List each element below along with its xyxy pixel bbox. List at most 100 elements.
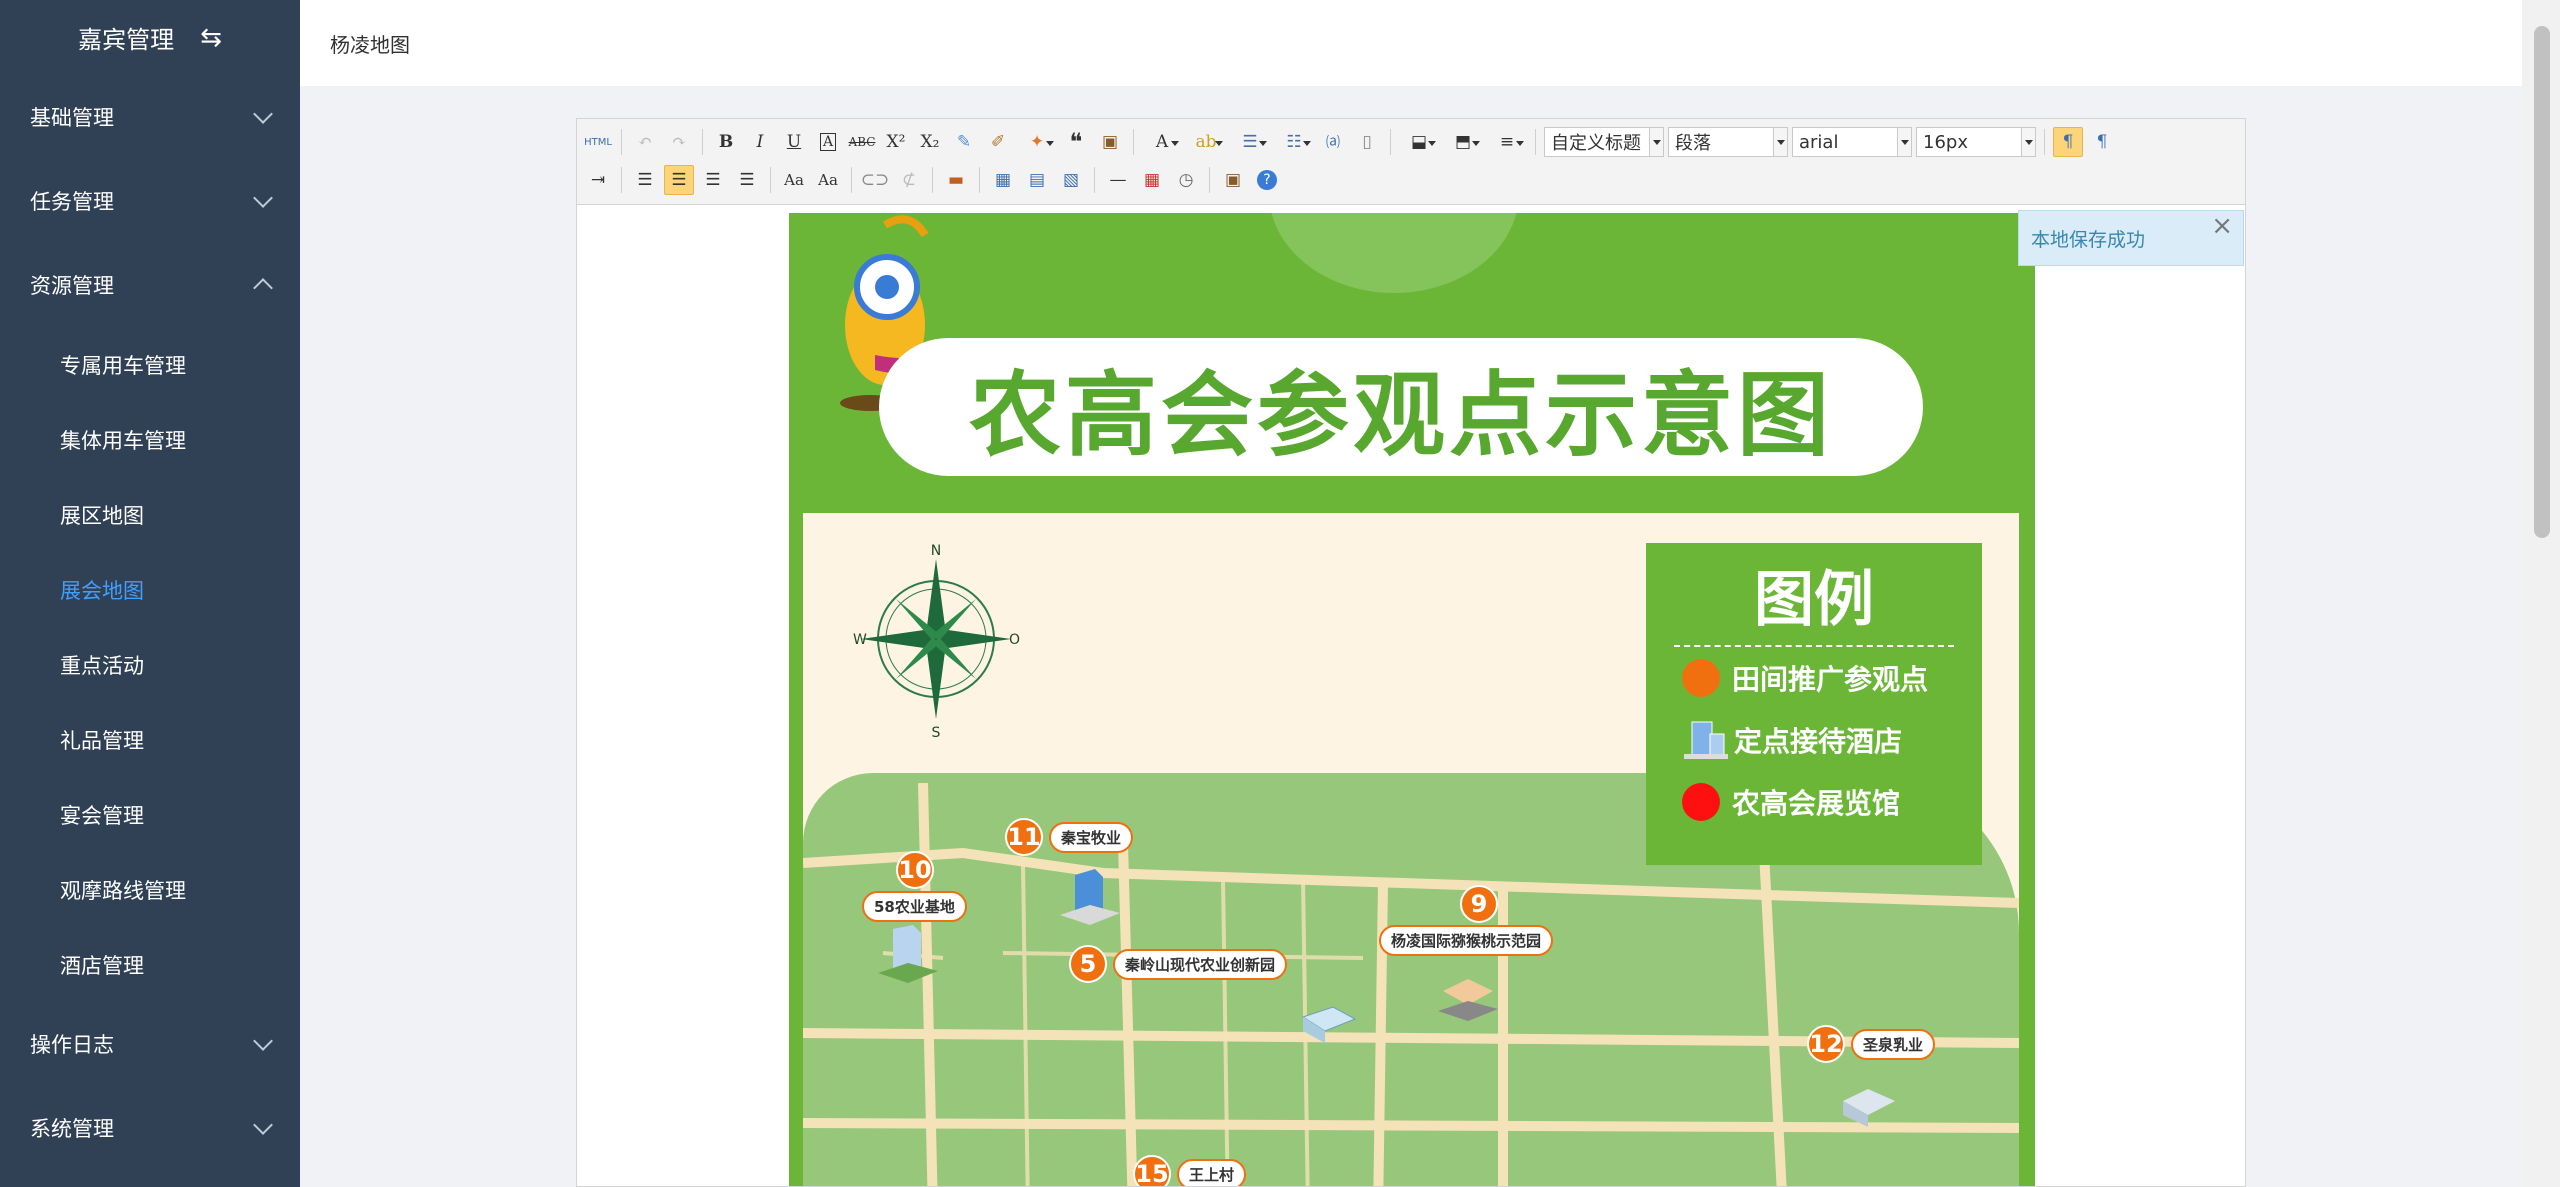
legend-item: 定点接待酒店 xyxy=(1646,709,1982,771)
justify-justify-icon[interactable]: ☰ xyxy=(732,165,762,195)
font-size-select[interactable]: 16px xyxy=(1916,127,2036,157)
date-icon[interactable]: ▦ xyxy=(1137,165,1167,195)
submenu-item-banquet[interactable]: 宴会管理 xyxy=(0,777,300,852)
paste-plain-icon[interactable]: ▣ xyxy=(1095,127,1125,157)
indent-icon[interactable]: ⇥ xyxy=(583,165,613,195)
direction-ltr-icon[interactable]: ¶ xyxy=(2053,127,2083,157)
legend-label: 定点接待酒店 xyxy=(1734,725,1903,758)
row-spacing-top-icon[interactable]: ⬓ xyxy=(1399,127,1439,157)
paste-word-icon[interactable]: ▣ xyxy=(1218,165,1248,195)
clear-doc-icon[interactable]: ▯ xyxy=(1352,127,1382,157)
submenu-item-group-car[interactable]: 集体用车管理 xyxy=(0,402,300,477)
page-scrollbar[interactable] xyxy=(2522,0,2560,1187)
map-legend: 图例 田间推广参观点 定点接待酒店 农高会展览馆 xyxy=(1646,543,1982,865)
submenu-item-tour-route[interactable]: 观摩路线管理 xyxy=(0,852,300,927)
merge-cells-icon[interactable]: ▤ xyxy=(1022,165,1052,195)
site-number: 9 xyxy=(1460,885,1498,923)
html-source-button[interactable]: HTML xyxy=(583,127,613,157)
chevron-down-icon xyxy=(1897,128,1911,156)
menu-group-log[interactable]: 操作日志 xyxy=(0,1002,300,1086)
select-all-icon[interactable]: ⒜ xyxy=(1318,127,1348,157)
toast-message: 本地保存成功 xyxy=(2031,229,2146,251)
submenu-item-hotel[interactable]: 酒店管理 xyxy=(0,927,300,1002)
site-number: 15 xyxy=(1133,1155,1171,1186)
menu-group-task[interactable]: 任务管理 xyxy=(0,159,300,243)
map-site-9: 9 xyxy=(1460,885,1498,923)
menu-group-resource[interactable]: 资源管理 xyxy=(0,243,300,327)
editor-content-area[interactable]: 农高会参观点示意图 N S W O 图例 田间推广参观点 定点接待酒店 农高会展… xyxy=(577,205,2245,1186)
chevron-down-icon xyxy=(2021,128,2035,156)
submenu-item-expo-map[interactable]: 展会地图 xyxy=(0,552,300,627)
superscript-icon[interactable]: X² xyxy=(881,127,911,157)
map-area: N S W O 图例 田间推广参观点 定点接待酒店 农高会展览馆 11 秦宝牧业… xyxy=(803,513,2019,1186)
toolbar-separator xyxy=(621,129,622,155)
editor-toolbar: HTML ↶ ↷ B I U A ABC X² X₂ ✎ ✐ ✦ ❝ ▣ A a… xyxy=(577,119,2245,205)
menu-group-basic[interactable]: 基础管理 xyxy=(0,75,300,159)
help-icon[interactable]: ? xyxy=(1252,165,1282,195)
insert-table-icon[interactable]: ▦ xyxy=(988,165,1018,195)
undo-icon[interactable]: ↶ xyxy=(630,127,660,157)
toolbar-separator xyxy=(1535,129,1536,155)
submenu-item-zone-map[interactable]: 展区地图 xyxy=(0,477,300,552)
submenu-item-gifts[interactable]: 礼品管理 xyxy=(0,702,300,777)
legend-item: 农高会展览馆 xyxy=(1646,771,1982,833)
menu-group-system[interactable]: 系统管理 xyxy=(0,1086,300,1170)
font-border-icon[interactable]: A xyxy=(813,127,843,157)
italic-icon[interactable]: I xyxy=(745,127,775,157)
horizontal-rule-icon[interactable]: — xyxy=(1103,165,1133,195)
chevron-down-icon xyxy=(253,1115,273,1135)
submenu-item-key-events[interactable]: 重点活动 xyxy=(0,627,300,702)
time-icon[interactable]: ◷ xyxy=(1171,165,1201,195)
back-color-icon[interactable]: ab xyxy=(1186,127,1226,157)
link-icon[interactable]: ⊂⊃ xyxy=(860,165,890,195)
menu-group-label: 基础管理 xyxy=(30,106,114,130)
justify-right-icon[interactable]: ☰ xyxy=(698,165,728,195)
redo-icon[interactable]: ↷ xyxy=(664,127,694,157)
eraser-icon[interactable]: ✎ xyxy=(949,127,979,157)
site-number: 10 xyxy=(896,851,934,889)
font-size-value: 16px xyxy=(1923,131,1968,153)
map-site-9-label: 杨凌国际猕猴桃示范园 xyxy=(1373,925,1554,956)
map-site-10: 10 xyxy=(896,851,934,889)
unlink-icon[interactable]: ⊄ xyxy=(894,165,924,195)
format-brush-icon[interactable]: ✐ xyxy=(983,127,1013,157)
site-label: 杨凌国际猕猴桃示范园 xyxy=(1379,925,1554,956)
map-site-12: 12 圣泉乳业 xyxy=(1807,1025,1936,1063)
orange-dot-icon xyxy=(1682,659,1720,697)
main-content: 杨凌地图 HTML ↶ ↷ B I U A ABC X² X₂ ✎ ✐ ✦ ❝ … xyxy=(300,0,2560,1187)
justify-center-icon[interactable]: ☰ xyxy=(664,165,694,195)
auto-typeset-icon[interactable]: ✦ xyxy=(1017,127,1057,157)
blockquote-icon[interactable]: ❝ xyxy=(1061,127,1091,157)
lowercase-icon[interactable]: Aa xyxy=(813,165,843,195)
building-icon xyxy=(1060,869,1120,925)
submenu-item-exclusive-car[interactable]: 专属用车管理 xyxy=(0,327,300,402)
menu-group-label: 任务管理 xyxy=(30,190,114,214)
custom-style-select[interactable]: 自定义标题 xyxy=(1544,127,1664,157)
direction-rtl-icon[interactable]: ¶ xyxy=(2087,127,2117,157)
row-spacing-bottom-icon[interactable]: ⬒ xyxy=(1443,127,1483,157)
bold-icon[interactable]: B xyxy=(711,127,741,157)
paragraph-select[interactable]: 段落 xyxy=(1668,127,1788,157)
unordered-list-icon[interactable]: ☷ xyxy=(1274,127,1314,157)
justify-left-icon[interactable]: ☰ xyxy=(630,165,660,195)
menu-group-label: 资源管理 xyxy=(30,274,114,298)
line-height-icon[interactable]: ≡ xyxy=(1487,127,1527,157)
toolbar-separator xyxy=(2044,129,2045,155)
scrollbar-thumb[interactable] xyxy=(2534,26,2550,538)
font-color-icon[interactable]: A xyxy=(1142,127,1182,157)
legend-item: 田间推广参观点 xyxy=(1646,647,1982,709)
switch-icon[interactable]: ⇆ xyxy=(200,25,222,51)
close-icon[interactable]: × xyxy=(2211,211,2233,241)
building-icon xyxy=(1438,979,1498,1021)
sidebar-brand: 嘉宾管理 ⇆ xyxy=(0,0,300,75)
underline-icon[interactable]: U xyxy=(779,127,809,157)
ordered-list-icon[interactable]: ☰ xyxy=(1230,127,1270,157)
toolbar-separator xyxy=(621,167,622,193)
strikethrough-icon[interactable]: ABC xyxy=(847,127,877,157)
uppercase-icon[interactable]: Aa xyxy=(779,165,809,195)
font-family-select[interactable]: arial xyxy=(1792,127,1912,157)
delete-table-icon[interactable]: ▧ xyxy=(1056,165,1086,195)
menu-group-label: 操作日志 xyxy=(30,1033,114,1057)
insert-image-icon[interactable]: ▬ xyxy=(941,165,971,195)
subscript-icon[interactable]: X₂ xyxy=(915,127,945,157)
